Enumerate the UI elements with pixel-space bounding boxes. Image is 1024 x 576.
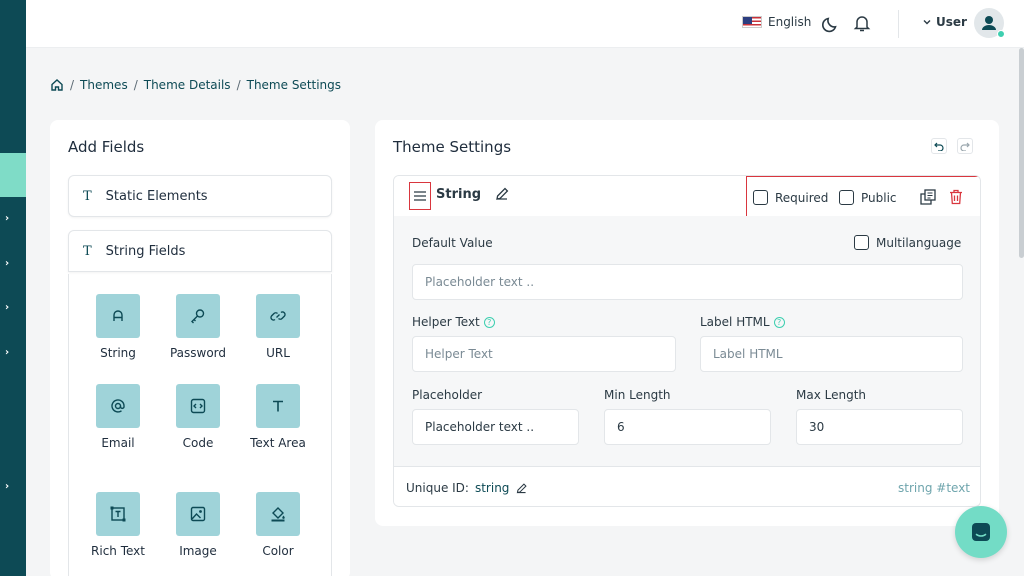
group-string-fields[interactable]: T String Fields	[68, 230, 332, 272]
string-fields-grid: String Password URL Email Code Text Area…	[68, 274, 332, 576]
add-fields-title: Add Fields	[68, 138, 145, 156]
header-divider	[898, 10, 899, 38]
rail-chevron-right-icon[interactable]: ›	[0, 347, 14, 358]
edit-pencil-icon[interactable]	[494, 186, 510, 202]
undo-button[interactable]	[931, 138, 947, 154]
label-html-input[interactable]	[700, 336, 963, 372]
user-menu-button[interactable]: User	[922, 15, 967, 29]
field-type-url[interactable]: URL	[243, 294, 313, 362]
checkbox-box	[753, 190, 768, 205]
us-flag-icon	[742, 16, 762, 28]
min-length-input[interactable]	[604, 409, 771, 445]
edit-pencil-icon[interactable]	[515, 482, 528, 495]
chat-launcher-button[interactable]	[955, 506, 1007, 558]
field-name: String	[436, 187, 482, 202]
key-icon	[176, 294, 220, 338]
notification-bell-icon[interactable]	[852, 13, 872, 33]
language-label: English	[768, 15, 812, 29]
field-type-email[interactable]: Email	[83, 384, 153, 452]
rail-chevron-right-icon[interactable]: ›	[0, 258, 14, 269]
required-checkbox[interactable]: Required	[753, 190, 828, 205]
paint-bucket-icon	[256, 492, 300, 536]
delete-trash-icon[interactable]	[947, 188, 965, 206]
field-type-image[interactable]: Image	[163, 492, 233, 560]
avatar[interactable]	[974, 8, 1005, 38]
text-t-icon: T	[83, 243, 92, 259]
default-value-label: Default Value	[412, 236, 493, 250]
code-icon	[176, 384, 220, 428]
user-label: User	[936, 15, 967, 29]
field-tags: string #text	[898, 481, 970, 495]
breadcrumb-themes[interactable]: Themes	[80, 78, 128, 92]
field-card-body: Default Value Multilanguage Helper Text …	[394, 216, 980, 466]
field-type-color[interactable]: Color	[243, 492, 313, 560]
left-nav-rail: › › › › ›	[0, 0, 26, 576]
field-type-password[interactable]: Password	[163, 294, 233, 362]
rail-chevron-right-icon[interactable]: ›	[0, 302, 14, 313]
theme-settings-panel: Theme Settings String Required Public De…	[375, 120, 999, 526]
redo-icon	[960, 142, 970, 151]
group-static-elements[interactable]: T Static Elements	[68, 175, 332, 217]
text-t-icon	[256, 384, 300, 428]
placeholder-input[interactable]	[412, 409, 579, 445]
checkbox-box	[854, 235, 869, 250]
helper-text-input[interactable]	[412, 336, 676, 372]
field-type-rich-text[interactable]: Rich Text	[83, 492, 153, 560]
home-icon[interactable]	[50, 78, 64, 92]
online-status-dot	[997, 30, 1005, 38]
text-box-icon	[96, 492, 140, 536]
at-icon	[96, 384, 140, 428]
rail-chevron-right-icon[interactable]: ›	[0, 213, 14, 224]
multilanguage-checkbox[interactable]: Multilanguage	[854, 235, 961, 250]
page-scrollbar[interactable]	[1019, 48, 1024, 258]
helper-text-label: Helper Text ?	[412, 315, 495, 329]
max-length-input[interactable]	[796, 409, 963, 445]
unique-id-value: string	[474, 481, 510, 495]
drag-handle-menu-icon[interactable]	[409, 182, 431, 210]
theme-settings-title: Theme Settings	[393, 138, 512, 156]
label-html-label: Label HTML ?	[700, 315, 785, 329]
field-type-text-area[interactable]: Text Area	[243, 384, 313, 452]
add-fields-panel: Add Fields T Static Elements T String Fi…	[50, 120, 350, 576]
language-selector[interactable]: English	[742, 15, 811, 29]
breadcrumb-theme-details[interactable]: Theme Details	[144, 78, 231, 92]
text-t-icon: T	[83, 188, 92, 204]
field-type-string[interactable]: String	[83, 294, 153, 362]
redo-button[interactable]	[957, 138, 973, 154]
chevron-down-icon	[923, 20, 931, 25]
breadcrumb-theme-settings[interactable]: Theme Settings	[247, 78, 341, 92]
public-checkbox[interactable]: Public	[839, 190, 897, 205]
undo-icon	[934, 142, 944, 151]
group-label: String Fields	[105, 243, 186, 259]
field-card-header: String Required Public	[394, 176, 980, 219]
field-options-group: Required Public	[746, 176, 980, 219]
field-card-footer: Unique ID: string string #text	[394, 466, 980, 506]
letter-a-icon	[96, 294, 140, 338]
rail-chevron-right-icon[interactable]: ›	[0, 481, 14, 492]
string-field-card: String Required Public Default Value Mul…	[393, 175, 981, 507]
unique-id: Unique ID: string	[406, 481, 528, 495]
default-value-input[interactable]	[412, 264, 963, 300]
image-icon	[176, 492, 220, 536]
help-question-icon[interactable]: ?	[773, 316, 785, 328]
min-length-label: Min Length	[604, 388, 671, 402]
dark-mode-moon-icon[interactable]	[821, 14, 841, 34]
link-icon	[256, 294, 300, 338]
checkbox-box	[839, 190, 854, 205]
field-type-code[interactable]: Code	[163, 384, 233, 452]
placeholder-label: Placeholder	[412, 388, 483, 402]
breadcrumb: / Themes / Theme Details / Theme Setting…	[50, 78, 341, 92]
top-bar: English User	[26, 0, 1024, 48]
rail-active-tab[interactable]	[0, 153, 26, 197]
group-label: Static Elements	[105, 188, 208, 204]
help-question-icon[interactable]: ?	[483, 316, 495, 328]
max-length-label: Max Length	[796, 388, 867, 402]
chat-icon	[972, 523, 990, 541]
duplicate-copy-icon[interactable]	[919, 188, 937, 206]
